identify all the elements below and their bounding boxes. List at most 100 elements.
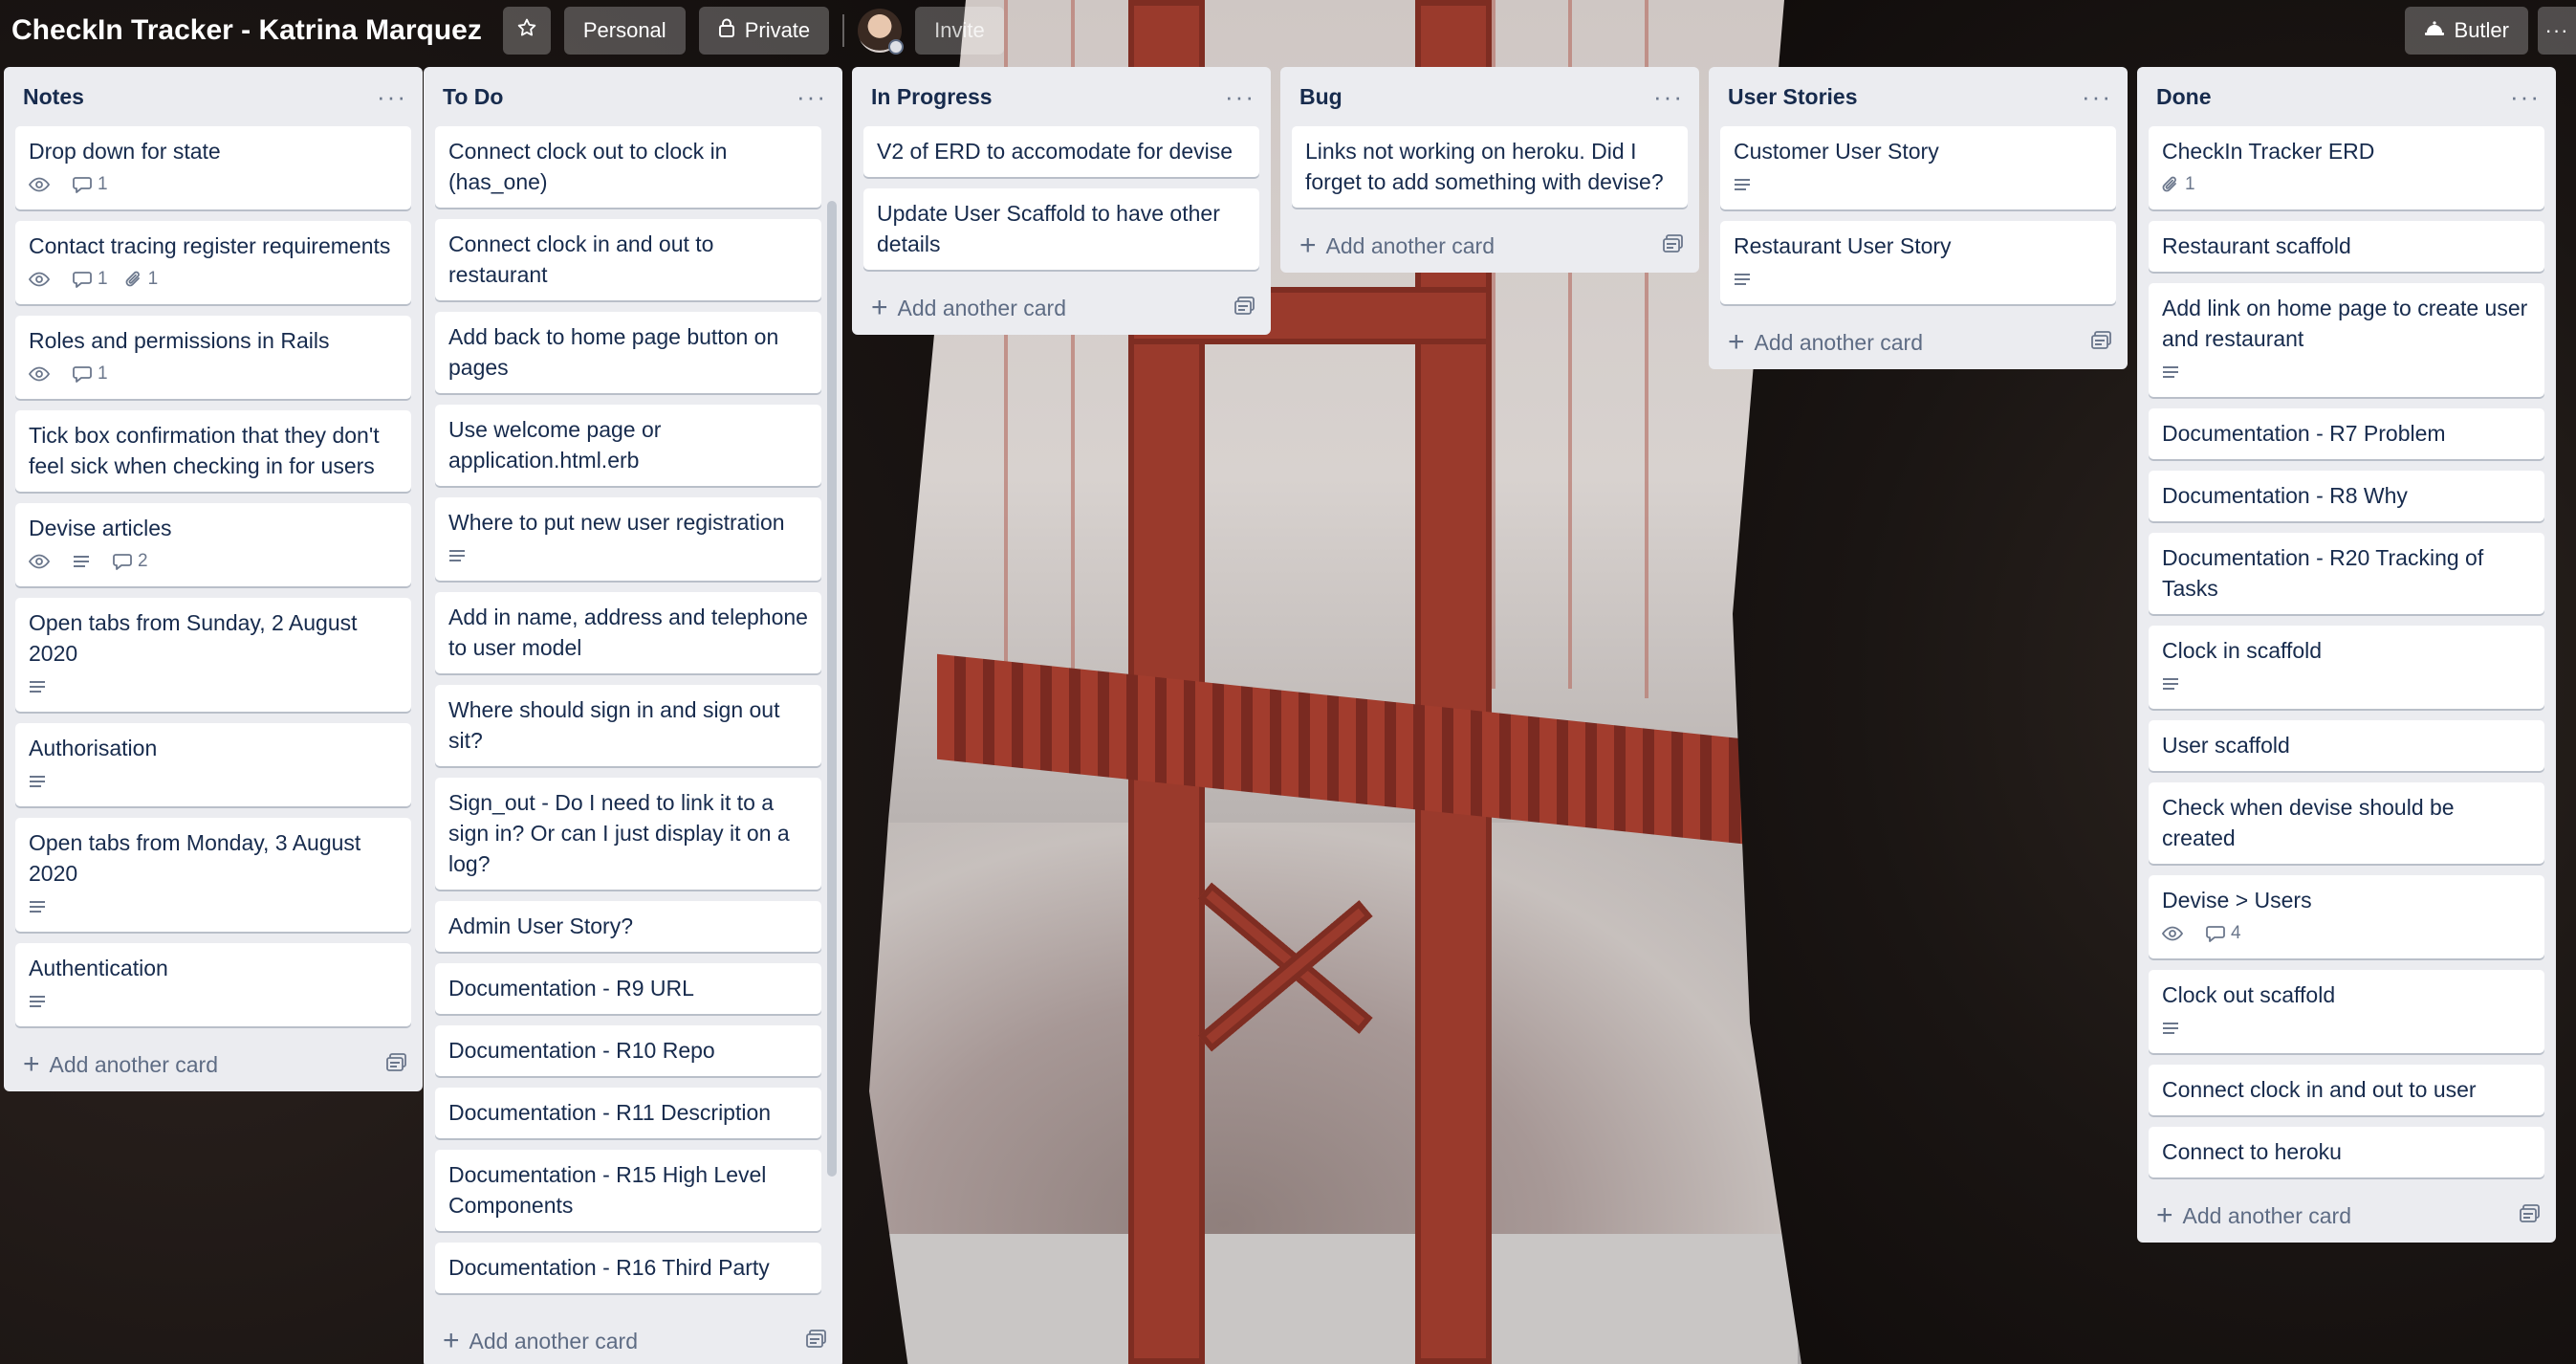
card[interactable]: Where to put new user registration — [435, 497, 821, 581]
list-title[interactable]: Bug — [1299, 84, 1343, 110]
comment-count: 1 — [98, 269, 108, 289]
background-water — [841, 1234, 1798, 1364]
list-menu-icon[interactable]: ··· — [797, 84, 827, 109]
card-badges — [2162, 1014, 2531, 1043]
card[interactable]: Connect clock in and out to user — [2149, 1065, 2544, 1115]
description-icon — [1734, 177, 1757, 192]
watching-badge — [2162, 926, 2189, 941]
card[interactable]: Authorisation — [15, 723, 411, 806]
card[interactable]: Links not working on heroku. Did I forge… — [1292, 126, 1688, 208]
card[interactable]: Use welcome page or application.html.erb — [435, 405, 821, 486]
add-card-row: + Add another card — [2137, 1189, 2556, 1243]
card[interactable]: Clock in scaffold — [2149, 626, 2544, 709]
list-menu-icon[interactable]: ··· — [1225, 84, 1255, 109]
card[interactable]: User scaffold — [2149, 720, 2544, 771]
list-title[interactable]: In Progress — [871, 84, 993, 110]
list-menu-icon[interactable]: ··· — [2082, 84, 2112, 109]
card[interactable]: Devise > Users 4 — [2149, 875, 2544, 958]
card[interactable]: Documentation - R11 Description — [435, 1088, 821, 1138]
create-from-template-icon[interactable] — [2091, 330, 2112, 356]
list-title[interactable]: To Do — [443, 84, 503, 110]
butler-button[interactable]: Butler — [2404, 7, 2528, 55]
card[interactable]: Admin User Story? — [435, 901, 821, 952]
card[interactable]: Open tabs from Sunday, 2 August 2020 — [15, 598, 411, 712]
list-title[interactable]: Done — [2156, 84, 2212, 110]
board-title[interactable]: CheckIn Tracker - Katrina Marquez — [11, 14, 482, 47]
add-card-button[interactable]: + Add another card — [23, 1050, 218, 1079]
list-menu-icon[interactable]: ··· — [1653, 84, 1684, 109]
card-badges — [1734, 265, 2103, 294]
card-title: User scaffold — [2162, 733, 2290, 758]
card[interactable]: V2 of ERD to accomodate for devise — [863, 126, 1259, 177]
workspace-button[interactable]: Personal — [563, 7, 686, 55]
list-menu-icon[interactable]: ··· — [2510, 84, 2541, 109]
card[interactable]: Drop down for state 1 — [15, 126, 411, 209]
card[interactable]: Connect clock out to clock in (has_one) — [435, 126, 821, 208]
description-icon — [448, 548, 471, 563]
add-card-row: + Add another card — [1709, 316, 2128, 369]
card[interactable]: Check when devise should be created — [2149, 782, 2544, 864]
member-avatar[interactable] — [858, 9, 905, 55]
card[interactable]: Customer User Story — [1720, 126, 2116, 209]
card-title: Documentation - R15 High Level Component… — [448, 1162, 767, 1218]
card-list: Customer User Story Restaurant User Story — [1709, 126, 2128, 304]
list-title[interactable]: Notes — [23, 84, 84, 110]
comment-icon — [73, 271, 98, 288]
card[interactable]: Documentation - R20 Tracking of Tasks — [2149, 533, 2544, 614]
create-from-template-icon[interactable] — [806, 1329, 827, 1354]
card[interactable]: Connect clock in and out to restaurant — [435, 219, 821, 300]
list-menu-icon[interactable]: ··· — [377, 84, 407, 109]
add-card-button[interactable]: + Add another card — [871, 294, 1066, 322]
card-title: Add in name, address and telephone to us… — [448, 605, 808, 660]
card[interactable]: Documentation - R9 URL — [435, 963, 821, 1014]
card-badges: 4 — [2162, 919, 2531, 948]
card[interactable]: Roles and permissions in Rails 1 — [15, 316, 411, 399]
card[interactable]: Open tabs from Monday, 3 August 2020 — [15, 818, 411, 932]
card-title: Documentation - R7 Problem — [2162, 421, 2446, 446]
card[interactable]: Documentation - R8 Why — [2149, 471, 2544, 521]
create-from-template-icon[interactable] — [1663, 233, 1684, 259]
card-list: CheckIn Tracker ERD 1 Restaurant scaffold A… — [2137, 126, 2556, 1177]
card[interactable]: Authentication — [15, 943, 411, 1026]
add-card-button[interactable]: + Add another card — [443, 1327, 638, 1355]
card[interactable]: CheckIn Tracker ERD 1 — [2149, 126, 2544, 209]
watching-badge — [29, 554, 55, 569]
card[interactable]: Documentation - R16 Third Party — [435, 1243, 821, 1293]
card[interactable]: Restaurant User Story — [1720, 221, 2116, 304]
invite-button[interactable]: Invite — [915, 7, 1004, 55]
card-title: Documentation - R9 URL — [448, 976, 694, 1001]
star-board-button[interactable] — [502, 7, 551, 55]
comment-count: 1 — [98, 363, 108, 384]
description-badge — [2162, 676, 2185, 692]
create-from-template-icon[interactable] — [1234, 296, 1255, 321]
card[interactable]: Clock out scaffold — [2149, 970, 2544, 1053]
create-from-template-icon[interactable] — [386, 1052, 407, 1078]
card[interactable]: Devise articles 2 — [15, 503, 411, 586]
card[interactable]: Add in name, address and telephone to us… — [435, 592, 821, 673]
card[interactable]: Add back to home page button on pages — [435, 312, 821, 393]
list-scrollbar[interactable] — [827, 201, 837, 1177]
card[interactable]: Sign_out - Do I need to link it to a sig… — [435, 778, 821, 890]
card[interactable]: Documentation - R10 Repo — [435, 1025, 821, 1076]
card[interactable]: Contact tracing register requirements 1 1 — [15, 221, 411, 304]
show-menu-button[interactable]: ··· — [2538, 7, 2576, 55]
list-title[interactable]: User Stories — [1728, 84, 1858, 110]
create-from-template-icon[interactable] — [2520, 1203, 2541, 1229]
card[interactable]: Where should sign in and sign out sit? — [435, 685, 821, 766]
description-badge — [29, 994, 52, 1009]
visibility-button[interactable]: Private — [698, 7, 830, 55]
add-card-button[interactable]: + Add another card — [2156, 1201, 2351, 1230]
add-card-button[interactable]: + Add another card — [1299, 231, 1495, 260]
card[interactable]: Documentation - R7 Problem — [2149, 408, 2544, 459]
list-header: Done ··· — [2137, 67, 2556, 126]
card[interactable]: Restaurant scaffold — [2149, 221, 2544, 272]
card-list: Drop down for state 1 Contact tracing regi… — [4, 126, 423, 1026]
card[interactable]: Update User Scaffold to have other detai… — [863, 188, 1259, 270]
card[interactable]: Tick box confirmation that they don't fe… — [15, 410, 411, 492]
card[interactable]: Documentation - R15 High Level Component… — [435, 1150, 821, 1231]
add-card-button[interactable]: + Add another card — [1728, 328, 1923, 357]
card[interactable]: Connect to heroku — [2149, 1127, 2544, 1177]
visibility-label: Private — [744, 18, 811, 42]
card[interactable]: Add link on home page to create user and… — [2149, 283, 2544, 397]
attachment-icon — [2162, 175, 2185, 194]
